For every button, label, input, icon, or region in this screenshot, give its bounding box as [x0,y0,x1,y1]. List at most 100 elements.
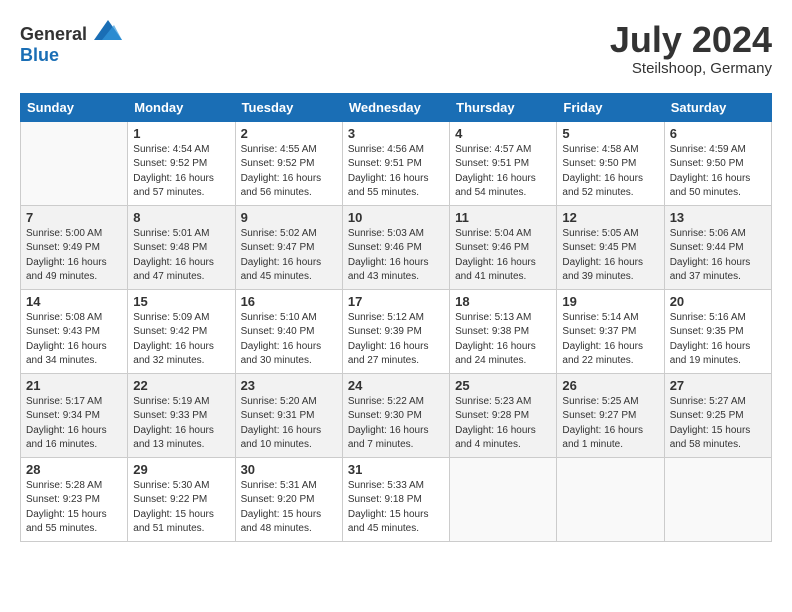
calendar-day [21,121,128,205]
day-info: Sunrise: 5:31 AMSunset: 9:20 PMDaylight:… [241,479,337,537]
calendar-day: 27 Sunrise: 5:27 AMSunset: 9:25 PMDayligh… [664,373,771,457]
calendar-day: 4 Sunrise: 4:57 AMSunset: 9:51 PMDaylight… [450,121,557,205]
day-info: Sunrise: 5:02 AMSunset: 9:47 PMDaylight:… [241,227,337,285]
logo-blue: Blue [20,45,59,65]
day-number: 2 [241,126,337,141]
logo: General Blue [20,20,122,66]
day-number: 30 [241,462,337,477]
day-info: Sunrise: 4:55 AMSunset: 9:52 PMDaylight:… [241,143,337,201]
day-info: Sunrise: 4:54 AMSunset: 9:52 PMDaylight:… [133,143,229,201]
calendar-day: 7Sunrise: 5:00 AMSunset: 9:49 PMDaylight… [21,205,128,289]
day-number: 3 [348,126,444,141]
location-subtitle: Steilshoop, Germany [610,60,772,77]
calendar-day: 17 Sunrise: 5:12 AMSunset: 9:39 PMDayligh… [342,289,449,373]
title-block: July 2024 Steilshoop, Germany [610,20,772,77]
calendar-week-row: 7Sunrise: 5:00 AMSunset: 9:49 PMDaylight… [21,205,772,289]
calendar-day: 9 Sunrise: 5:02 AMSunset: 9:47 PMDaylight… [235,205,342,289]
logo-icon [94,20,122,40]
day-number: 15 [133,294,229,309]
calendar-day: 21 Sunrise: 5:17 AMSunset: 9:34 PMDayligh… [21,373,128,457]
calendar-day: 24 Sunrise: 5:22 AMSunset: 9:30 PMDayligh… [342,373,449,457]
calendar-week-row: 14Sunrise: 5:08 AMSunset: 9:43 PMDayligh… [21,289,772,373]
calendar-day: 18Sunrise: 5:13 AMSunset: 9:38 PMDayligh… [450,289,557,373]
day-info: Sunrise: 4:57 AMSunset: 9:51 PMDaylight:… [455,143,551,201]
day-info: Sunrise: 5:23 AMSunset: 9:28 PMDaylight:… [455,395,551,453]
calendar-day: 11Sunrise: 5:04 AMSunset: 9:46 PMDayligh… [450,205,557,289]
day-number: 16 [241,294,337,309]
calendar-day: 22Sunrise: 5:19 AMSunset: 9:33 PMDayligh… [128,373,235,457]
day-info: Sunrise: 5:30 AMSunset: 9:22 PMDaylight:… [133,479,229,537]
calendar-day: 13 Sunrise: 5:06 AMSunset: 9:44 PMDayligh… [664,205,771,289]
day-info: Sunrise: 5:05 AMSunset: 9:45 PMDaylight:… [562,227,658,285]
day-number: 1 [133,126,229,141]
day-info: Sunrise: 5:12 AMSunset: 9:39 PMDaylight:… [348,311,444,369]
day-number: 26 [562,378,658,393]
day-info: Sunrise: 5:06 AMSunset: 9:44 PMDaylight:… [670,227,766,285]
logo-general: General [20,24,87,44]
calendar-day: 19 Sunrise: 5:14 AMSunset: 9:37 PMDayligh… [557,289,664,373]
calendar-day: 25 Sunrise: 5:23 AMSunset: 9:28 PMDayligh… [450,373,557,457]
day-info: Sunrise: 4:58 AMSunset: 9:50 PMDaylight:… [562,143,658,201]
day-info: Sunrise: 5:01 AMSunset: 9:48 PMDaylight:… [133,227,229,285]
day-info: Sunrise: 5:04 AMSunset: 9:46 PMDaylight:… [455,227,551,285]
day-number: 17 [348,294,444,309]
day-number: 20 [670,294,766,309]
day-number: 22 [133,378,229,393]
calendar-day: 2 Sunrise: 4:55 AMSunset: 9:52 PMDaylight… [235,121,342,205]
calendar-day: 3 Sunrise: 4:56 AMSunset: 9:51 PMDaylight… [342,121,449,205]
calendar-day: 1 Sunrise: 4:54 AMSunset: 9:52 PMDaylight… [128,121,235,205]
day-number: 21 [26,378,122,393]
calendar-header-sunday: Sunday [21,93,128,121]
calendar-header-monday: Monday [128,93,235,121]
calendar-week-row: 21 Sunrise: 5:17 AMSunset: 9:34 PMDayligh… [21,373,772,457]
calendar-day: 5 Sunrise: 4:58 AMSunset: 9:50 PMDaylight… [557,121,664,205]
calendar-day: 14Sunrise: 5:08 AMSunset: 9:43 PMDayligh… [21,289,128,373]
calendar-day: 10 Sunrise: 5:03 AMSunset: 9:46 PMDayligh… [342,205,449,289]
calendar-day: 16 Sunrise: 5:10 AMSunset: 9:40 PMDayligh… [235,289,342,373]
day-info: Sunrise: 5:22 AMSunset: 9:30 PMDaylight:… [348,395,444,453]
day-info: Sunrise: 5:10 AMSunset: 9:40 PMDaylight:… [241,311,337,369]
day-number: 13 [670,210,766,225]
calendar-header-friday: Friday [557,93,664,121]
day-info: Sunrise: 5:09 AMSunset: 9:42 PMDaylight:… [133,311,229,369]
day-number: 4 [455,126,551,141]
calendar-day: 28Sunrise: 5:28 AMSunset: 9:23 PMDayligh… [21,457,128,541]
day-info: Sunrise: 5:03 AMSunset: 9:46 PMDaylight:… [348,227,444,285]
calendar-header-thursday: Thursday [450,93,557,121]
day-info: Sunrise: 5:33 AMSunset: 9:18 PMDaylight:… [348,479,444,537]
page-header: General Blue July 2024 Steilshoop, Germa… [20,20,772,77]
day-number: 14 [26,294,122,309]
calendar-day: 23 Sunrise: 5:20 AMSunset: 9:31 PMDayligh… [235,373,342,457]
logo-text: General Blue [20,20,122,66]
calendar-week-row: 1 Sunrise: 4:54 AMSunset: 9:52 PMDaylight… [21,121,772,205]
day-info: Sunrise: 5:28 AMSunset: 9:23 PMDaylight:… [26,479,122,537]
calendar-header-saturday: Saturday [664,93,771,121]
calendar-day [664,457,771,541]
day-number: 10 [348,210,444,225]
calendar-day: 6Sunrise: 4:59 AMSunset: 9:50 PMDaylight… [664,121,771,205]
day-info: Sunrise: 5:17 AMSunset: 9:34 PMDaylight:… [26,395,122,453]
day-info: Sunrise: 4:59 AMSunset: 9:50 PMDaylight:… [670,143,766,201]
day-number: 8 [133,210,229,225]
day-info: Sunrise: 5:20 AMSunset: 9:31 PMDaylight:… [241,395,337,453]
day-number: 25 [455,378,551,393]
calendar-day: 8 Sunrise: 5:01 AMSunset: 9:48 PMDaylight… [128,205,235,289]
day-number: 9 [241,210,337,225]
calendar-week-row: 28Sunrise: 5:28 AMSunset: 9:23 PMDayligh… [21,457,772,541]
calendar-day: 30 Sunrise: 5:31 AMSunset: 9:20 PMDayligh… [235,457,342,541]
calendar-day: 20Sunrise: 5:16 AMSunset: 9:35 PMDayligh… [664,289,771,373]
day-info: Sunrise: 4:56 AMSunset: 9:51 PMDaylight:… [348,143,444,201]
day-info: Sunrise: 5:00 AMSunset: 9:49 PMDaylight:… [26,227,122,285]
calendar-day: 31Sunrise: 5:33 AMSunset: 9:18 PMDayligh… [342,457,449,541]
calendar-header-tuesday: Tuesday [235,93,342,121]
calendar-day: 12Sunrise: 5:05 AMSunset: 9:45 PMDayligh… [557,205,664,289]
day-number: 23 [241,378,337,393]
day-number: 24 [348,378,444,393]
day-number: 5 [562,126,658,141]
day-info: Sunrise: 5:27 AMSunset: 9:25 PMDaylight:… [670,395,766,453]
calendar-day: 29Sunrise: 5:30 AMSunset: 9:22 PMDayligh… [128,457,235,541]
day-number: 19 [562,294,658,309]
day-info: Sunrise: 5:14 AMSunset: 9:37 PMDaylight:… [562,311,658,369]
calendar-day [450,457,557,541]
day-number: 27 [670,378,766,393]
